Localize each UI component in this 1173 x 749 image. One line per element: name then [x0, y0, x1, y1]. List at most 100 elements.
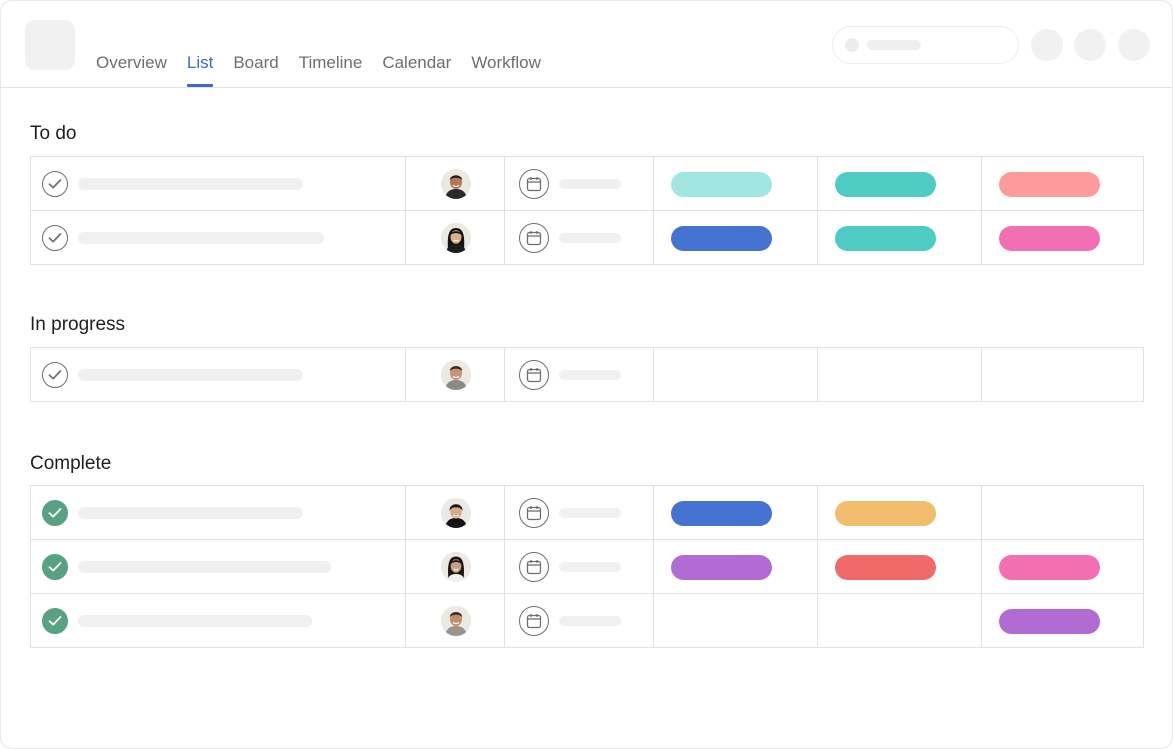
tag-pill[interactable]	[835, 226, 936, 251]
due-date-cell[interactable]	[504, 157, 653, 210]
tag-pill[interactable]	[999, 226, 1100, 251]
tab-overview[interactable]: Overview	[96, 53, 167, 87]
due-date-cell[interactable]	[504, 348, 653, 401]
tag-cell[interactable]	[981, 211, 1145, 264]
tab-calendar[interactable]: Calendar	[382, 53, 451, 87]
section-title-todo: To do	[30, 123, 77, 144]
tag-cell[interactable]	[817, 157, 981, 210]
tab-timeline[interactable]: Timeline	[299, 53, 363, 87]
task-name-placeholder	[78, 232, 324, 244]
tag-cell[interactable]	[981, 540, 1145, 593]
header-button-2[interactable]	[1074, 29, 1106, 61]
calendar-icon[interactable]	[519, 498, 549, 528]
task-table-todo	[30, 156, 1144, 265]
app-window: Overview List Board Timeline Calendar Wo…	[0, 0, 1173, 749]
tag-cell[interactable]	[653, 211, 817, 264]
avatar[interactable]	[441, 169, 471, 199]
due-date-placeholder	[559, 370, 621, 380]
tag-cell[interactable]	[653, 157, 817, 210]
due-date-cell[interactable]	[504, 594, 653, 647]
task-name-cell[interactable]	[31, 211, 405, 264]
project-icon[interactable]	[25, 20, 75, 70]
checkmark-icon[interactable]	[42, 225, 68, 251]
calendar-icon[interactable]	[519, 360, 549, 390]
due-date-cell[interactable]	[504, 211, 653, 264]
assignee-cell[interactable]	[405, 211, 504, 264]
tag-cell[interactable]	[817, 348, 981, 401]
assignee-cell[interactable]	[405, 157, 504, 210]
search-input[interactable]	[832, 26, 1019, 64]
due-date-placeholder	[559, 562, 621, 572]
checkmark-icon[interactable]	[42, 171, 68, 197]
tag-cell[interactable]	[817, 211, 981, 264]
tag-cell[interactable]	[981, 486, 1145, 539]
tag-pill[interactable]	[999, 172, 1100, 197]
tag-pill[interactable]	[671, 172, 772, 197]
due-date-cell[interactable]	[504, 486, 653, 539]
tag-cell[interactable]	[653, 540, 817, 593]
table-row[interactable]	[31, 486, 1143, 540]
table-row[interactable]	[31, 540, 1143, 594]
tab-list[interactable]: List	[186, 53, 214, 87]
checkmark-icon[interactable]	[42, 500, 68, 526]
tag-cell[interactable]	[653, 594, 817, 647]
tag-pill[interactable]	[671, 501, 772, 526]
tag-cell[interactable]	[981, 348, 1145, 401]
task-name-placeholder	[78, 178, 303, 190]
checkmark-icon[interactable]	[42, 608, 68, 634]
calendar-icon[interactable]	[519, 606, 549, 636]
due-date-placeholder	[559, 616, 621, 626]
task-name-cell[interactable]	[31, 348, 405, 401]
header-button-3[interactable]	[1118, 29, 1150, 61]
tab-workflow[interactable]: Workflow	[471, 53, 541, 87]
search-icon	[845, 38, 859, 52]
tag-cell[interactable]	[981, 594, 1145, 647]
task-name-cell[interactable]	[31, 594, 405, 647]
tag-pill[interactable]	[671, 226, 772, 251]
calendar-icon[interactable]	[519, 552, 549, 582]
tag-cell[interactable]	[817, 486, 981, 539]
due-date-placeholder	[559, 179, 621, 189]
tag-cell[interactable]	[817, 540, 981, 593]
calendar-icon[interactable]	[519, 169, 549, 199]
tag-pill[interactable]	[999, 555, 1100, 580]
task-name-placeholder	[78, 561, 331, 573]
table-row[interactable]	[31, 594, 1143, 648]
tag-cell[interactable]	[981, 157, 1145, 210]
assignee-cell[interactable]	[405, 348, 504, 401]
tag-cell[interactable]	[653, 486, 817, 539]
avatar[interactable]	[441, 552, 471, 582]
checkmark-icon[interactable]	[42, 362, 68, 388]
due-date-cell[interactable]	[504, 540, 653, 593]
project-header: Overview List Board Timeline Calendar Wo…	[1, 1, 1172, 88]
table-row[interactable]	[31, 348, 1143, 402]
assignee-cell[interactable]	[405, 594, 504, 647]
task-name-cell[interactable]	[31, 157, 405, 210]
tag-cell[interactable]	[817, 594, 981, 647]
tag-cell[interactable]	[653, 348, 817, 401]
tag-pill[interactable]	[835, 555, 936, 580]
assignee-cell[interactable]	[405, 540, 504, 593]
task-name-placeholder	[78, 615, 312, 627]
calendar-icon[interactable]	[519, 223, 549, 253]
assignee-cell[interactable]	[405, 486, 504, 539]
section-title-complete: Complete	[30, 453, 112, 474]
tag-pill[interactable]	[671, 555, 772, 580]
avatar[interactable]	[441, 498, 471, 528]
task-name-cell[interactable]	[31, 540, 405, 593]
task-name-cell[interactable]	[31, 486, 405, 539]
avatar[interactable]	[441, 606, 471, 636]
checkmark-icon[interactable]	[42, 554, 68, 580]
task-table-complete	[30, 485, 1144, 648]
table-row[interactable]	[31, 211, 1143, 265]
tag-pill[interactable]	[835, 501, 936, 526]
avatar[interactable]	[441, 223, 471, 253]
section-title-in-progress: In progress	[30, 314, 126, 335]
tag-pill[interactable]	[835, 172, 936, 197]
view-tabs: Overview List Board Timeline Calendar Wo…	[96, 53, 541, 87]
avatar[interactable]	[441, 360, 471, 390]
header-button-1[interactable]	[1031, 29, 1063, 61]
table-row[interactable]	[31, 157, 1143, 211]
tag-pill[interactable]	[999, 609, 1100, 634]
tab-board[interactable]: Board	[233, 53, 278, 87]
